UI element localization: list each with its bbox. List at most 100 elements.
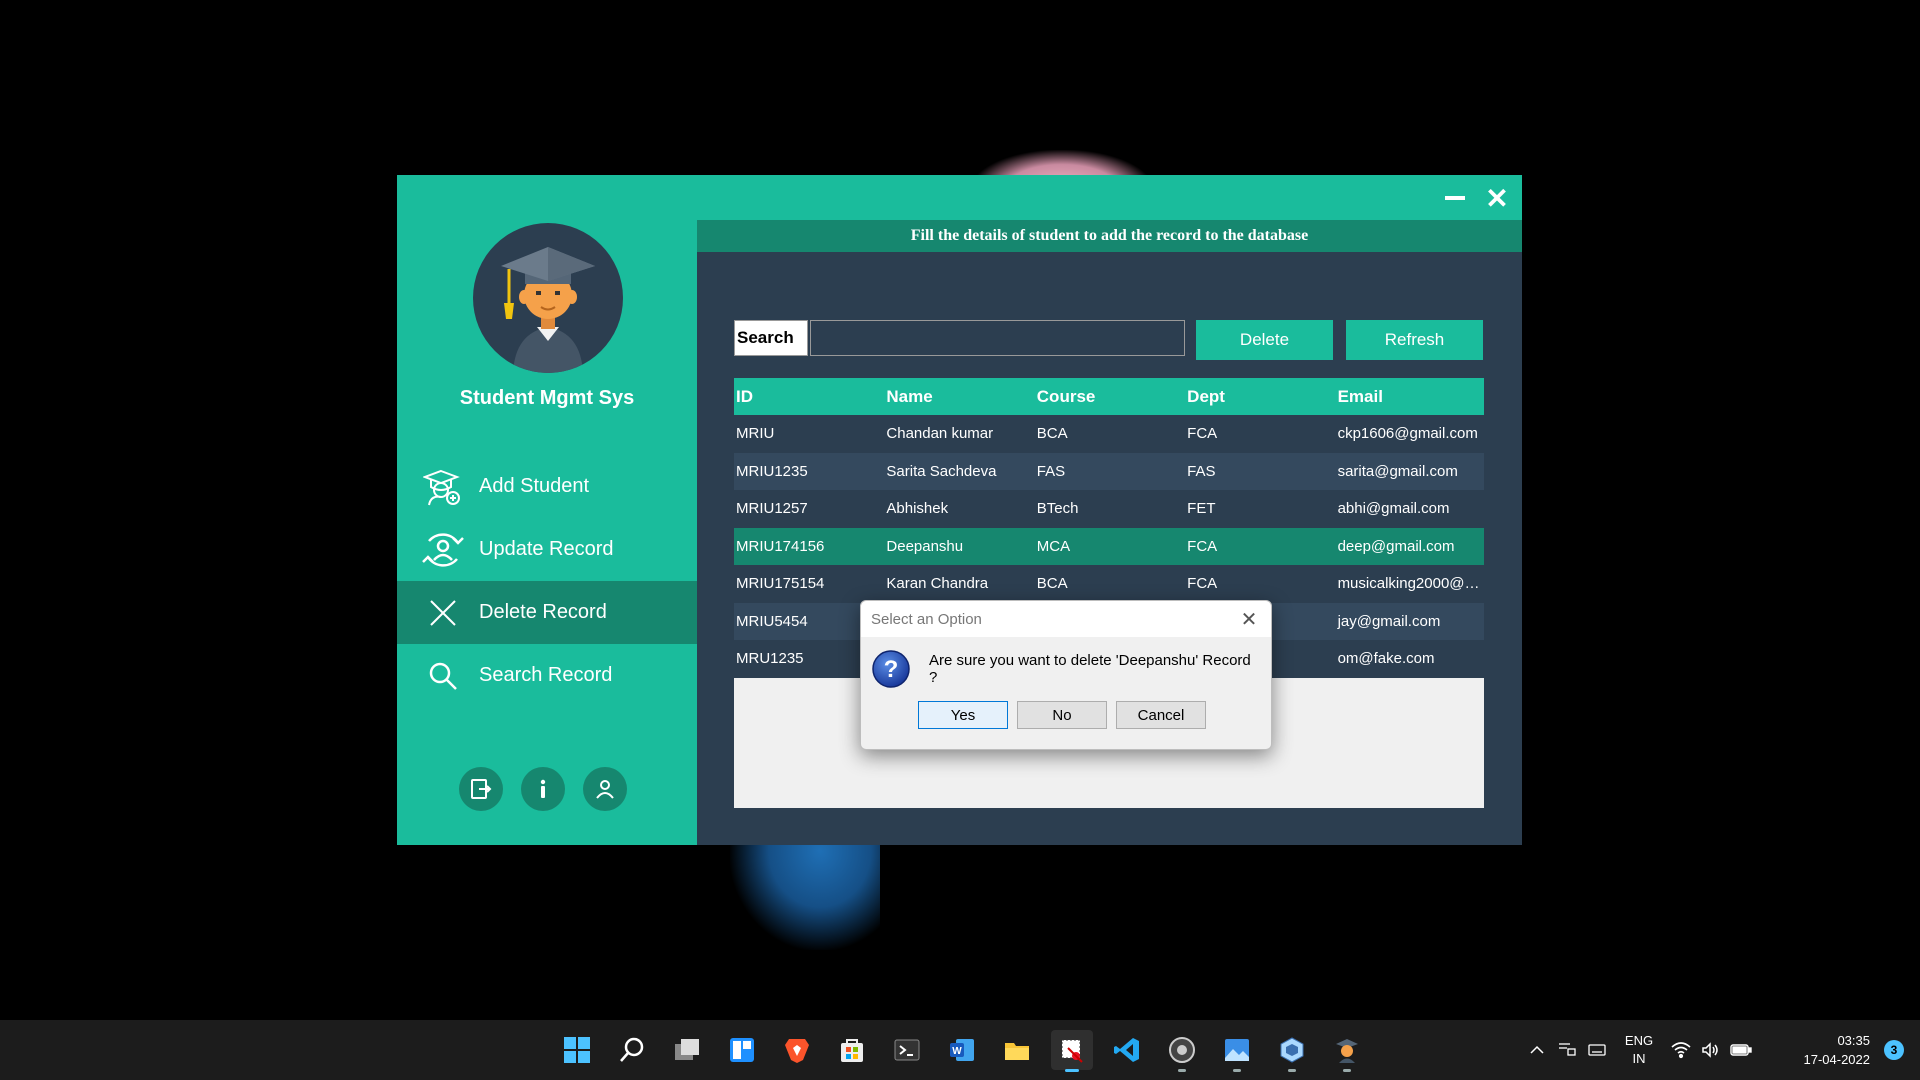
cell-id: MRIU175154 <box>736 575 825 593</box>
svg-text:W: W <box>952 1046 962 1057</box>
sidebar-item-delete-record[interactable]: Delete Record <box>397 581 697 644</box>
dialog-body: ? Are sure you want to delete 'Deepanshu… <box>861 637 1271 689</box>
user-icon[interactable] <box>583 767 627 811</box>
cell-id: MRIU1235 <box>736 462 808 480</box>
snipping-tool-icon[interactable] <box>1051 1030 1093 1072</box>
java-app-icon[interactable] <box>1326 1030 1368 1072</box>
wifi-icon[interactable] <box>1666 1035 1696 1065</box>
sidebar-item-update-record[interactable]: Update Record <box>397 518 697 581</box>
table-row-selected[interactable]: MRIU174156 Deepanshu MCA FCA deep@gmail.… <box>734 527 1484 565</box>
no-button[interactable]: No <box>1017 701 1107 729</box>
table-row[interactable]: MRIU1257 Abhishek BTech FET abhi@gmail.c… <box>734 490 1484 528</box>
cell-id: MRIU174156 <box>736 537 825 555</box>
sidebar-item-add-student[interactable]: Add Student <box>397 455 697 518</box>
cell-dept: FAS <box>1187 462 1216 480</box>
cell-course: BCA <box>1036 425 1068 443</box>
photos-icon[interactable] <box>1216 1030 1258 1072</box>
sidebar-item-label: Update Record <box>479 538 614 560</box>
search-icon <box>421 654 465 698</box>
table-row[interactable]: MRIU1235 Sarita Sachdeva FAS FAS sarita@… <box>734 452 1484 490</box>
column-header-id[interactable]: ID <box>734 387 884 407</box>
dialog-buttons: Yes No Cancel <box>918 701 1206 729</box>
yes-button[interactable]: Yes <box>918 701 1008 729</box>
windows-start-icon[interactable] <box>556 1030 598 1070</box>
question-icon: ? <box>871 649 911 689</box>
cell-dept: FCA <box>1187 537 1218 555</box>
cell-email: deep@gmail.com <box>1337 537 1455 555</box>
cell-email: om@fake.com <box>1337 650 1435 668</box>
table-header: ID Name Course Dept Email <box>734 378 1484 415</box>
confirm-delete-dialog: Select an Option ✕ ? Are sure you want t… <box>860 600 1272 750</box>
sidebar-nav: Add Student Update Record Delete Record … <box>397 455 697 707</box>
cell-course: FAS <box>1036 462 1066 480</box>
clock[interactable]: 03:35 17-04-2022 <box>1770 1031 1871 1069</box>
battery-icon[interactable] <box>1726 1035 1756 1065</box>
clock-time: 03:35 <box>1837 1033 1870 1048</box>
virtualbox-icon[interactable] <box>1271 1030 1313 1072</box>
column-header-name[interactable]: Name <box>884 387 1034 407</box>
cell-dept: FET <box>1187 500 1216 518</box>
cell-email: musicalking2000@g... <box>1337 575 1484 593</box>
screen-project-icon[interactable] <box>1552 1035 1582 1065</box>
cell-dept: FCA <box>1187 575 1218 593</box>
volume-icon[interactable] <box>1696 1035 1726 1065</box>
delete-button[interactable]: Delete <box>1196 320 1333 360</box>
logout-icon[interactable] <box>459 767 503 811</box>
cell-name: Abhishek <box>886 500 949 518</box>
table-row[interactable]: MRIU Chandan kumar BCA FCA ckp1606@gmail… <box>734 415 1484 453</box>
cell-course: BCA <box>1036 575 1068 593</box>
dialog-titlebar: Select an Option ✕ <box>861 601 1271 637</box>
word-icon[interactable]: W <box>941 1030 983 1070</box>
table-row[interactable]: MRIU175154 Karan Chandra BCA FCA musical… <box>734 565 1484 603</box>
keyboard-icon[interactable] <box>1582 1035 1612 1065</box>
app-title: Student Mgmt Sys <box>459 387 635 409</box>
search-label: Search <box>734 320 808 356</box>
clock-date: 17-04-2022 <box>1803 1052 1871 1067</box>
widgets-icon[interactable] <box>721 1030 763 1070</box>
refresh-button[interactable]: Refresh <box>1346 320 1483 360</box>
cell-course: MCA <box>1036 537 1071 555</box>
dialog-message: Are sure you want to delete 'Deepanshu' … <box>929 652 1251 686</box>
cell-dept: FCA <box>1187 425 1218 443</box>
graduate-avatar-icon <box>473 223 623 373</box>
update-record-icon <box>421 528 465 572</box>
dialog-close-icon[interactable]: ✕ <box>1237 607 1261 632</box>
info-icon[interactable] <box>521 767 565 811</box>
cell-email: sarita@gmail.com <box>1337 462 1458 480</box>
language-code: ENG <box>1624 1033 1654 1048</box>
column-header-dept[interactable]: Dept <box>1185 387 1335 407</box>
search-input[interactable] <box>810 320 1185 356</box>
cell-name: Chandan kumar <box>886 425 994 443</box>
close-x-icon <box>421 591 465 635</box>
page-banner: Fill the details of student to add the r… <box>697 220 1522 252</box>
terminal-icon[interactable] <box>886 1030 928 1070</box>
cell-email: jay@gmail.com <box>1337 612 1441 630</box>
cell-id: MRIU <box>736 425 775 443</box>
task-view-icon[interactable] <box>666 1030 708 1070</box>
cancel-button[interactable]: Cancel <box>1116 701 1206 729</box>
minimize-icon[interactable] <box>1440 183 1470 213</box>
language-indicator[interactable]: ENG IN <box>1612 1032 1666 1068</box>
system-tray: ENG IN 03:35 17-04-2022 3 <box>1522 1020 1920 1080</box>
cell-email: ckp1606@gmail.com <box>1337 425 1478 443</box>
dialog-title: Select an Option <box>871 610 982 628</box>
region-code: IN <box>1632 1051 1646 1066</box>
cell-id: MRIU1257 <box>736 500 808 518</box>
sidebar: Student Mgmt Sys Add Student Update Reco… <box>397 175 697 845</box>
search-icon[interactable] <box>611 1030 653 1070</box>
brave-browser-icon[interactable] <box>776 1030 818 1070</box>
chevron-up-icon[interactable] <box>1522 1035 1552 1065</box>
obs-icon[interactable] <box>1161 1030 1203 1072</box>
sidebar-item-label: Delete Record <box>479 601 607 623</box>
column-header-course[interactable]: Course <box>1035 387 1185 407</box>
cell-name: Deepanshu <box>886 537 964 555</box>
microsoft-store-icon[interactable] <box>831 1030 873 1070</box>
vscode-icon[interactable] <box>1106 1030 1148 1070</box>
file-explorer-icon[interactable] <box>996 1030 1038 1070</box>
column-header-email[interactable]: Email <box>1336 387 1484 407</box>
close-icon[interactable]: ✕ <box>1482 183 1512 214</box>
taskbar: W ENG IN 03:35 17-04-2022 3 <box>0 1020 1920 1080</box>
sidebar-item-search-record[interactable]: Search Record <box>397 644 697 707</box>
notification-badge[interactable]: 3 <box>1884 1040 1904 1060</box>
cell-email: abhi@gmail.com <box>1337 500 1450 518</box>
